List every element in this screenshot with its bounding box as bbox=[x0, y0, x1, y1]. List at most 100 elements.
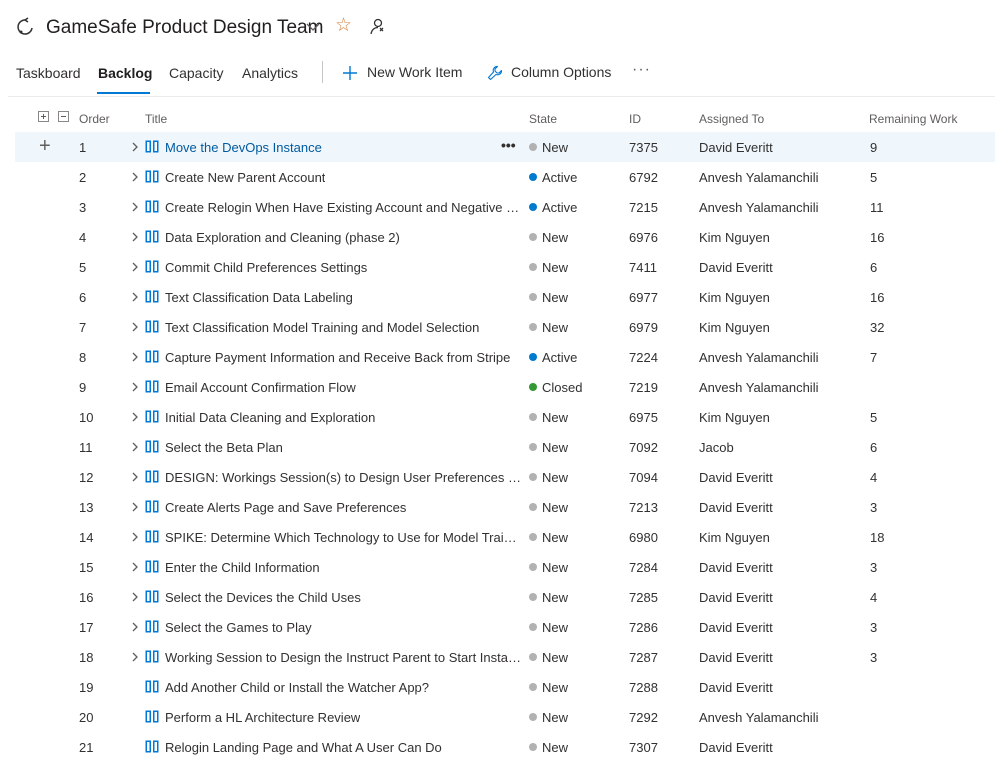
title-link[interactable]: Select the Beta Plan bbox=[165, 440, 283, 455]
state-cell: New bbox=[542, 740, 569, 755]
col-header-id[interactable]: ID bbox=[629, 112, 641, 126]
table-row[interactable]: 21 Relogin Landing Page and What A User … bbox=[15, 732, 995, 762]
state-dot-icon bbox=[529, 263, 537, 271]
id-cell: 7292 bbox=[629, 710, 658, 725]
id-cell: 7219 bbox=[629, 380, 658, 395]
title-link[interactable]: Create New Parent Account bbox=[165, 170, 325, 185]
col-header-state[interactable]: State bbox=[529, 112, 557, 126]
title-link[interactable]: SPIKE: Determine Which Technology to Use… bbox=[165, 530, 521, 545]
title-link[interactable]: Select the Devices the Child Uses bbox=[165, 590, 361, 605]
chevron-right-icon[interactable] bbox=[130, 471, 140, 483]
remaining-work-cell: 5 bbox=[870, 410, 878, 425]
assigned-to-cell: David Everitt bbox=[699, 680, 773, 695]
more-options-icon[interactable]: ··· bbox=[632, 61, 651, 79]
table-row[interactable]: 10 Initial Data Cleaning and Exploration… bbox=[15, 402, 995, 432]
column-options-button[interactable]: Column Options bbox=[487, 63, 622, 83]
title-link[interactable]: Text Classification Model Training and M… bbox=[165, 320, 479, 335]
order-cell: 2 bbox=[79, 170, 87, 185]
star-icon[interactable]: ☆ bbox=[335, 16, 352, 36]
add-child-icon[interactable]: + bbox=[39, 136, 51, 156]
table-row[interactable]: 20 Perform a HL Architecture Review New 72… bbox=[15, 702, 995, 732]
col-header-order[interactable]: Order bbox=[79, 112, 110, 126]
id-cell: 6976 bbox=[629, 230, 658, 245]
order-cell: 15 bbox=[79, 560, 94, 575]
table-row[interactable]: 8 Capture Payment Information and Receiv… bbox=[15, 342, 995, 372]
title-link[interactable]: Create Relogin When Have Existing Accoun… bbox=[165, 200, 521, 215]
chevron-right-icon[interactable] bbox=[130, 591, 140, 603]
title-link[interactable]: Enter the Child Information bbox=[165, 560, 320, 575]
user-story-icon bbox=[145, 230, 159, 243]
title-link[interactable]: Data Exploration and Cleaning (phase 2) bbox=[165, 230, 400, 245]
title-link[interactable]: DESIGN: Workings Session(s) to Design Us… bbox=[165, 470, 521, 485]
table-row[interactable]: 14 SPIKE: Determine Which Technology to … bbox=[15, 522, 995, 552]
table-row[interactable]: 13 Create Alerts Page and Save Preferenc… bbox=[15, 492, 995, 522]
chevron-right-icon[interactable] bbox=[130, 351, 140, 363]
table-row[interactable]: 11 Select the Beta Plan New 7092 Jacob 6 bbox=[15, 432, 995, 462]
assigned-to-cell: Anvesh Yalamanchili bbox=[699, 170, 819, 185]
table-row[interactable]: 16 Select the Devices the Child Uses New 7… bbox=[15, 582, 995, 612]
table-row[interactable]: 19 Add Another Child or Install the Watc… bbox=[15, 672, 995, 702]
tab-backlog[interactable]: Backlog bbox=[98, 65, 152, 81]
chevron-right-icon[interactable] bbox=[130, 501, 140, 513]
table-row[interactable]: 7 Text Classification Model Training and… bbox=[15, 312, 995, 342]
col-header-title[interactable]: Title bbox=[145, 112, 167, 126]
chevron-right-icon[interactable] bbox=[130, 651, 140, 663]
table-row[interactable]: 18 Working Session to Design the Instruc… bbox=[15, 642, 995, 672]
title-link[interactable]: Relogin Landing Page and What A User Can… bbox=[165, 740, 442, 755]
title-link[interactable]: Perform a HL Architecture Review bbox=[165, 710, 360, 725]
title-link[interactable]: Capture Payment Information and Receive … bbox=[165, 350, 510, 365]
remaining-work-cell: 11 bbox=[870, 200, 884, 215]
people-settings-icon[interactable] bbox=[369, 17, 387, 35]
id-cell: 6980 bbox=[629, 530, 658, 545]
chevron-right-icon[interactable] bbox=[130, 411, 140, 423]
chevron-right-icon[interactable] bbox=[130, 321, 140, 333]
col-header-assigned-to[interactable]: Assigned To bbox=[699, 112, 764, 126]
team-name[interactable]: GameSafe Product Design Team bbox=[46, 17, 323, 39]
chevron-right-icon[interactable] bbox=[130, 381, 140, 393]
expand-all-icon[interactable] bbox=[38, 111, 49, 122]
table-row[interactable]: 9 Email Account Confirmation Flow Closed 7… bbox=[15, 372, 995, 402]
chevron-right-icon[interactable] bbox=[130, 531, 140, 543]
title-link[interactable]: Select the Games to Play bbox=[165, 620, 312, 635]
assigned-to-cell: Anvesh Yalamanchili bbox=[699, 200, 819, 215]
chevron-right-icon[interactable] bbox=[130, 261, 140, 273]
chevron-right-icon[interactable] bbox=[130, 561, 140, 573]
title-link[interactable]: Commit Child Preferences Settings bbox=[165, 260, 367, 275]
title-link[interactable]: Text Classification Data Labeling bbox=[165, 290, 353, 305]
title-link[interactable]: Initial Data Cleaning and Exploration bbox=[165, 410, 375, 425]
title-link[interactable]: Working Session to Design the Instruct P… bbox=[165, 650, 521, 665]
chevron-right-icon[interactable] bbox=[130, 231, 140, 243]
table-row[interactable]: 4 Data Exploration and Cleaning (phase 2… bbox=[15, 222, 995, 252]
id-cell: 7287 bbox=[629, 650, 658, 665]
tab-analytics[interactable]: Analytics bbox=[242, 65, 298, 81]
row-more-icon[interactable]: ••• bbox=[501, 137, 516, 153]
title-link[interactable]: Add Another Child or Install the Watcher… bbox=[165, 680, 429, 695]
col-header-remaining-work[interactable]: Remaining Work bbox=[869, 112, 957, 126]
table-row[interactable]: 5 Commit Child Preferences Settings New 74… bbox=[15, 252, 995, 282]
table-row[interactable]: 12 DESIGN: Workings Session(s) to Design… bbox=[15, 462, 995, 492]
table-row[interactable]: +1 Move the DevOps Instance ••• New 7375 Dav… bbox=[15, 132, 995, 162]
title-link[interactable]: Email Account Confirmation Flow bbox=[165, 380, 356, 395]
chevron-right-icon[interactable] bbox=[130, 171, 140, 183]
collapse-all-icon[interactable] bbox=[58, 111, 69, 122]
state-dot-icon bbox=[529, 143, 537, 151]
chevron-right-icon[interactable] bbox=[130, 291, 140, 303]
title-link[interactable]: Create Alerts Page and Save Preferences bbox=[165, 500, 406, 515]
tab-taskboard[interactable]: Taskboard bbox=[16, 65, 81, 81]
table-row[interactable]: 17 Select the Games to Play New 7286 David … bbox=[15, 612, 995, 642]
assigned-to-cell: David Everitt bbox=[699, 500, 773, 515]
chevron-right-icon[interactable] bbox=[130, 141, 140, 153]
state-cell: New bbox=[542, 440, 569, 455]
tab-capacity[interactable]: Capacity bbox=[169, 65, 223, 81]
new-work-item-button[interactable]: New Work Item bbox=[342, 63, 472, 83]
title-link[interactable]: Move the DevOps Instance bbox=[165, 140, 322, 155]
table-row[interactable]: 15 Enter the Child Information New 7284 Dav… bbox=[15, 552, 995, 582]
user-story-icon bbox=[145, 680, 159, 693]
chevron-right-icon[interactable] bbox=[130, 441, 140, 453]
table-row[interactable]: 2 Create New Parent Account Active 6792 Anv… bbox=[15, 162, 995, 192]
table-row[interactable]: 6 Text Classification Data Labeling New 69… bbox=[15, 282, 995, 312]
chevron-right-icon[interactable] bbox=[130, 621, 140, 633]
chevron-right-icon[interactable] bbox=[130, 201, 140, 213]
table-row[interactable]: 3 Create Relogin When Have Existing Acco… bbox=[15, 192, 995, 222]
chevron-down-icon[interactable] bbox=[306, 22, 320, 32]
